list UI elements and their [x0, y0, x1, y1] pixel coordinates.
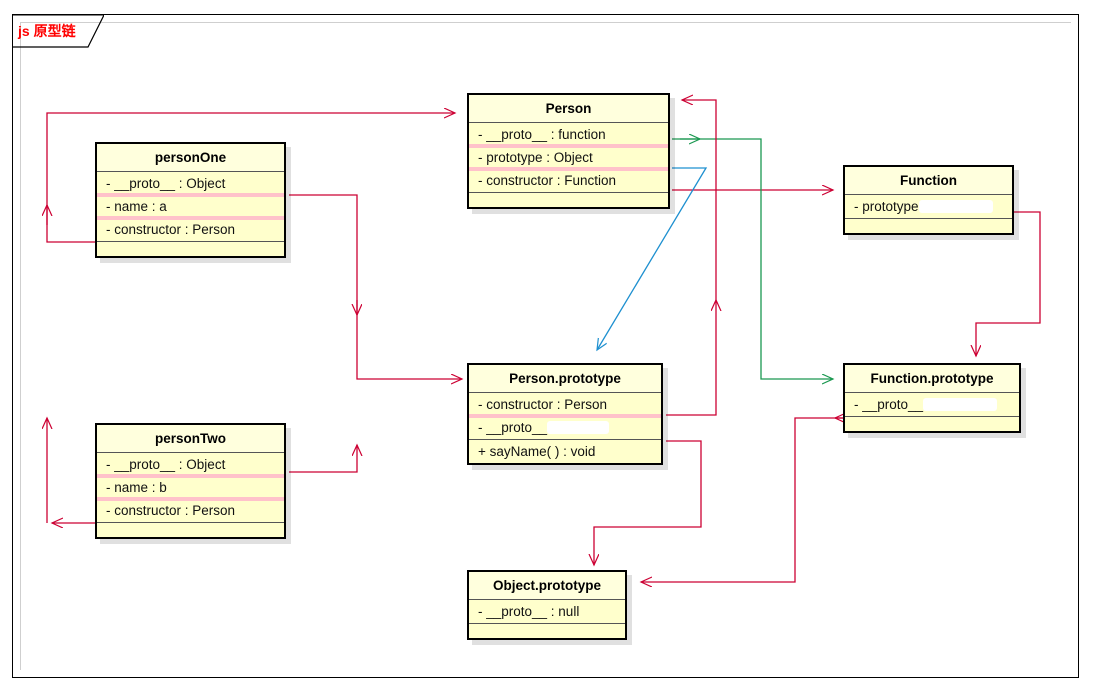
operations-person-two	[97, 523, 284, 537]
class-name-person: Person	[469, 95, 668, 123]
operation-row: + sayName( ) : void	[478, 444, 596, 459]
class-name-object-prototype: Object.prototype	[469, 572, 625, 600]
empty-compartment	[845, 417, 1019, 431]
class-box-person-two[interactable]: personTwo - __proto__ : Object - name : …	[95, 423, 286, 539]
empty-compartment	[469, 193, 668, 207]
operations-person-prototype: + sayName( ) : void	[469, 440, 661, 463]
operations-function	[845, 219, 1012, 233]
attributes-function: - prototype	[845, 195, 1012, 219]
attribute-row: - constructor : Function	[469, 167, 668, 192]
empty-compartment	[97, 242, 284, 256]
empty-compartment	[97, 523, 284, 537]
redaction-block	[547, 421, 610, 434]
attribute-text: - __proto__	[478, 420, 548, 435]
class-name-person-two: personTwo	[97, 425, 284, 453]
empty-compartment	[469, 624, 625, 638]
frame-title: js 原型链	[18, 23, 76, 39]
redaction-block	[918, 200, 993, 213]
class-box-person-prototype[interactable]: Person.prototype - constructor : Person …	[467, 363, 663, 465]
class-box-function[interactable]: Function - prototype	[843, 165, 1014, 235]
operations-person-one	[97, 242, 284, 256]
attribute-row-redacted: - __proto__	[845, 393, 1019, 416]
attribute-row: - constructor : Person	[478, 397, 608, 412]
attribute-row: - prototype : Object	[469, 144, 668, 169]
attribute-row: - __proto__ : Object	[106, 457, 226, 472]
class-box-person-one[interactable]: personOne - __proto__ : Object - name : …	[95, 142, 286, 258]
class-name-person-prototype: Person.prototype	[469, 365, 661, 393]
attributes-object-prototype: - __proto__ : null	[469, 600, 625, 624]
class-name-function-prototype: Function.prototype	[845, 365, 1019, 393]
attribute-row: - name : b	[97, 474, 284, 499]
empty-compartment	[845, 219, 1012, 233]
attribute-row: - __proto__ : function	[478, 127, 606, 142]
attribute-text: - prototype	[854, 199, 919, 214]
operations-function-prototype	[845, 417, 1019, 431]
attributes-function-prototype: - __proto__	[845, 393, 1019, 417]
class-name-person-one: personOne	[97, 144, 284, 172]
attribute-row: - __proto__ : Object	[106, 176, 226, 191]
attribute-text: - __proto__	[854, 397, 924, 412]
redaction-block	[923, 398, 998, 411]
attribute-row: - __proto__ : null	[478, 604, 580, 619]
class-box-object-prototype[interactable]: Object.prototype - __proto__ : null	[467, 570, 627, 640]
attributes-person-two: - __proto__ : Object - name : b - constr…	[97, 453, 284, 523]
class-name-function: Function	[845, 167, 1012, 195]
operations-person	[469, 193, 668, 207]
attributes-person-one: - __proto__ : Object - name : a - constr…	[97, 172, 284, 242]
attribute-row: - constructor : Person	[97, 216, 284, 241]
diagram-canvas: js 原型链 Person - __proto__: function - p…	[0, 0, 1093, 692]
attribute-row-redacted: - __proto__	[469, 414, 661, 439]
class-box-function-prototype[interactable]: Function.prototype - __proto__	[843, 363, 1021, 433]
operations-object-prototype	[469, 624, 625, 638]
attribute-row: - name : a	[97, 193, 284, 218]
attributes-person: - __proto__ : function - prototype : Obj…	[469, 123, 668, 193]
attribute-row: - constructor : Person	[97, 497, 284, 522]
attribute-row-redacted: - prototype	[845, 195, 1012, 218]
class-box-person[interactable]: Person - __proto__ : function - prototyp…	[467, 93, 670, 209]
attributes-person-prototype: - constructor : Person - __proto__	[469, 393, 661, 440]
